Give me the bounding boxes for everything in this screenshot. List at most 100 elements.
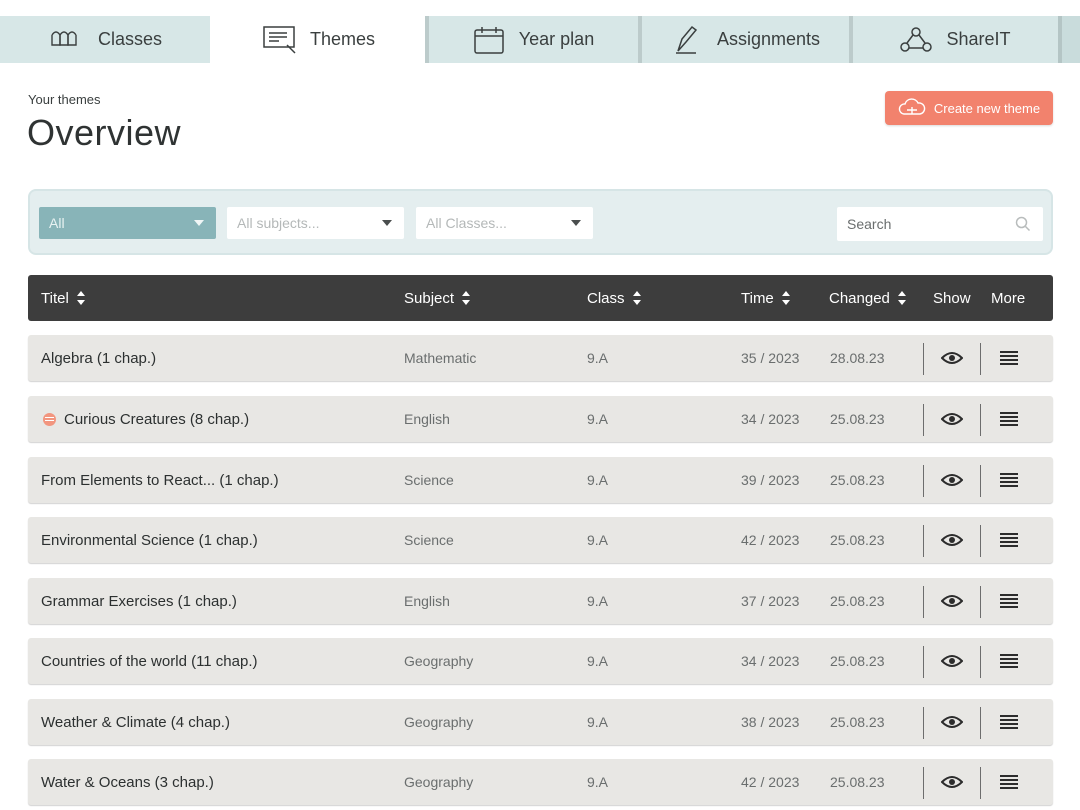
row-title[interactable]: Countries of the world (11 chap.) <box>41 638 258 684</box>
more-menu-button[interactable] <box>985 638 1033 684</box>
divider <box>980 525 981 557</box>
subject-filter-select[interactable]: All subjects... <box>227 207 404 239</box>
search-box <box>837 207 1043 241</box>
column-label: Time <box>741 289 774 307</box>
row-class: 9.A <box>587 472 609 488</box>
row-title[interactable]: From Elements to React... (1 chap.) <box>41 457 279 503</box>
calendar-icon <box>469 25 509 55</box>
row-title[interactable]: Algebra (1 chap.) <box>41 335 156 381</box>
create-button-label: Create new theme <box>933 100 1041 116</box>
table-row[interactable]: Countries of the world (11 chap.) Geogra… <box>28 638 1053 684</box>
table-row[interactable]: Curious Creatures (8 chap.) English 9.A … <box>28 396 1053 442</box>
more-menu-button[interactable] <box>985 335 1033 381</box>
row-title-text: Water & Oceans (3 chap.) <box>41 773 214 791</box>
row-changed: 25.08.23 <box>830 532 885 548</box>
eye-icon <box>941 413 963 425</box>
row-changed: 25.08.23 <box>830 653 885 669</box>
tab-label: Year plan <box>518 29 595 49</box>
table-header: Titel Subject Class Time Changed Show Mo… <box>28 275 1053 321</box>
pen-icon <box>667 25 707 55</box>
type-filter-select[interactable]: All <box>39 207 216 239</box>
table-row[interactable]: Water & Oceans (3 chap.) Geography 9.A 4… <box>28 759 1053 805</box>
sort-icon <box>781 290 790 306</box>
column-label: Class <box>587 289 625 307</box>
show-button[interactable] <box>928 457 976 503</box>
tab-year-plan[interactable]: Year plan <box>425 16 638 63</box>
row-subject: Geography <box>404 653 474 669</box>
show-button[interactable] <box>928 517 976 563</box>
more-menu-button[interactable] <box>985 759 1033 805</box>
menu-icon <box>1000 412 1018 426</box>
page-title: Overview <box>27 112 182 153</box>
divider <box>980 586 981 618</box>
row-subject: Mathematic <box>404 350 477 366</box>
row-time: 34 / 2023 <box>741 653 800 669</box>
more-menu-button[interactable] <box>985 517 1033 563</box>
column-label: Subject <box>404 289 455 307</box>
show-button[interactable] <box>928 578 976 624</box>
row-time: 39 / 2023 <box>741 472 800 488</box>
divider <box>923 343 924 375</box>
tab-assignments[interactable]: Assignments <box>638 16 849 63</box>
more-menu-button[interactable] <box>985 457 1033 503</box>
row-changed: 25.08.23 <box>830 593 885 609</box>
table-row[interactable]: Grammar Exercises (1 chap.) English 9.A … <box>28 578 1053 624</box>
table-row[interactable]: Weather & Climate (4 chap.) Geography 9.… <box>28 699 1053 745</box>
search-input[interactable] <box>837 207 1007 241</box>
more-menu-button[interactable] <box>985 396 1033 442</box>
eye-icon <box>941 595 963 607</box>
chevron-down-icon <box>382 220 392 226</box>
share-network-icon <box>896 25 936 55</box>
row-title[interactable]: Weather & Climate (4 chap.) <box>41 699 230 745</box>
tab-classes[interactable]: Classes <box>0 16 210 63</box>
row-title-text: From Elements to React... (1 chap.) <box>41 471 279 489</box>
row-title-text: Countries of the world (11 chap.) <box>41 652 258 670</box>
row-time: 37 / 2023 <box>741 593 800 609</box>
row-title[interactable]: Curious Creatures (8 chap.) <box>43 396 249 442</box>
row-subject: Geography <box>404 714 474 730</box>
column-header-class[interactable]: Class <box>587 275 641 321</box>
tab-themes[interactable]: Themes <box>210 16 425 63</box>
more-menu-button[interactable] <box>985 578 1033 624</box>
column-header-subject[interactable]: Subject <box>404 275 471 321</box>
show-button[interactable] <box>928 335 976 381</box>
divider <box>980 404 981 436</box>
more-menu-button[interactable] <box>985 699 1033 745</box>
row-subject: Geography <box>404 774 474 790</box>
row-subject: English <box>404 411 450 427</box>
row-title[interactable]: Grammar Exercises (1 chap.) <box>41 578 237 624</box>
row-class: 9.A <box>587 774 609 790</box>
sort-icon <box>76 290 85 306</box>
breadcrumb: Your themes <box>28 92 101 107</box>
eye-icon <box>941 776 963 788</box>
menu-icon <box>1000 533 1018 547</box>
column-header-time[interactable]: Time <box>741 275 790 321</box>
search-icon[interactable] <box>1015 216 1031 237</box>
show-button[interactable] <box>928 759 976 805</box>
subject-filter-value: All subjects... <box>237 215 320 231</box>
class-filter-select[interactable]: All Classes... <box>416 207 593 239</box>
divider <box>923 586 924 618</box>
row-time: 42 / 2023 <box>741 774 800 790</box>
row-title[interactable]: Environmental Science (1 chap.) <box>41 517 258 563</box>
create-new-theme-button[interactable]: Create new theme <box>885 91 1053 125</box>
show-button[interactable] <box>928 638 976 684</box>
row-changed: 25.08.23 <box>830 714 885 730</box>
divider <box>980 465 981 497</box>
show-button[interactable] <box>928 396 976 442</box>
row-class: 9.A <box>587 593 609 609</box>
tab-label: Assignments <box>716 29 821 49</box>
menu-icon <box>1000 351 1018 365</box>
column-header-title[interactable]: Titel <box>41 275 85 321</box>
menu-icon <box>1000 775 1018 789</box>
cloud-book-icon <box>898 96 926 121</box>
table-row[interactable]: Algebra (1 chap.) Mathematic 9.A 35 / 20… <box>28 335 1053 381</box>
row-title[interactable]: Water & Oceans (3 chap.) <box>41 759 214 805</box>
row-time: 35 / 2023 <box>741 350 800 366</box>
show-button[interactable] <box>928 699 976 745</box>
table-row[interactable]: Environmental Science (1 chap.) Science … <box>28 517 1053 563</box>
tab-shareit[interactable]: ShareIT <box>849 16 1058 63</box>
table-row[interactable]: From Elements to React... (1 chap.) Scie… <box>28 457 1053 503</box>
class-filter-value: All Classes... <box>426 215 507 231</box>
column-header-changed[interactable]: Changed <box>829 275 906 321</box>
